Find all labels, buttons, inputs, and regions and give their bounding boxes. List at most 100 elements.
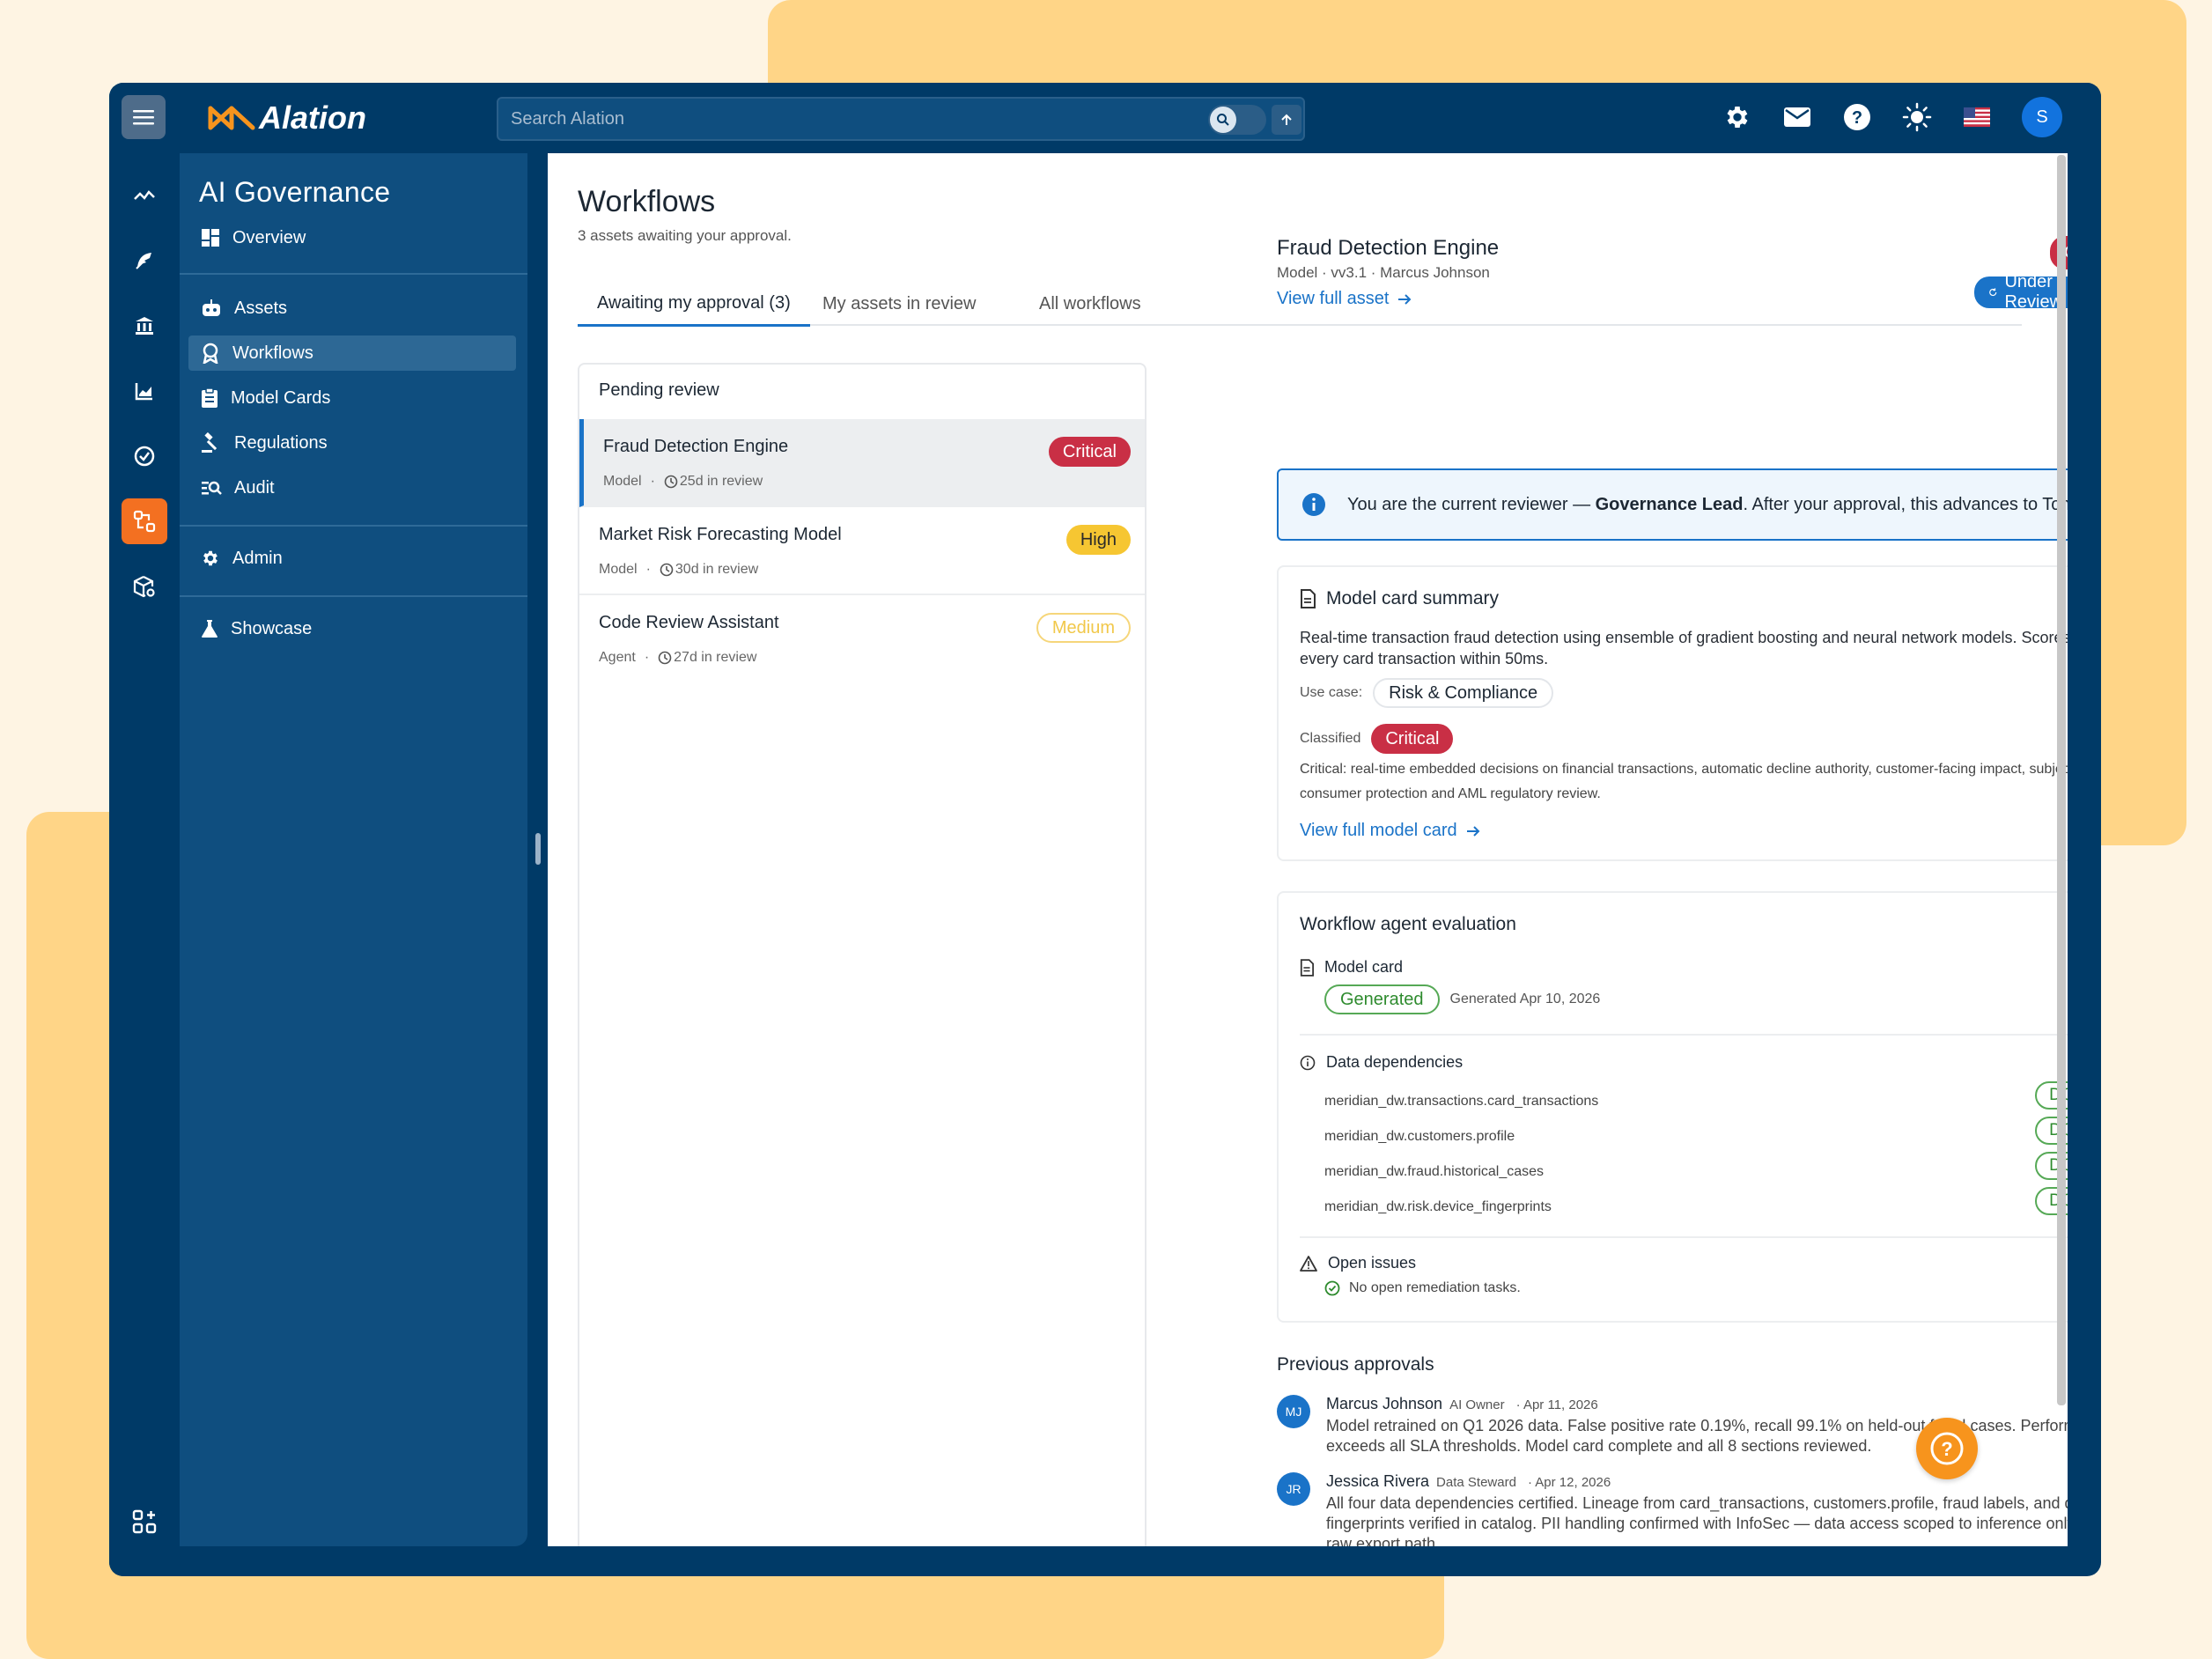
detail-title: Fraud Detection Engine bbox=[1277, 236, 1500, 260]
tab-all-workflows[interactable]: All workflows bbox=[1020, 282, 1161, 326]
nav-divider bbox=[180, 525, 527, 527]
rail-analytics[interactable] bbox=[122, 173, 167, 218]
nav-item-audit[interactable]: Audit bbox=[188, 470, 516, 505]
top-bar: Alation ? bbox=[109, 83, 2101, 153]
dependency-name[interactable]: meridian_dw.risk.device_fingerprints bbox=[1324, 1199, 1552, 1215]
dependencies-header: Data dependencies bbox=[1300, 1053, 1463, 1072]
alation-logo[interactable]: Alation bbox=[208, 99, 366, 137]
approver-avatar: MJ bbox=[1277, 1395, 1310, 1428]
item-meta: Model · 25d in review bbox=[603, 474, 763, 490]
rail-reports[interactable] bbox=[122, 368, 167, 414]
settings-button[interactable] bbox=[1722, 102, 1752, 132]
rail-packages[interactable] bbox=[122, 564, 167, 609]
previous-approvals-title: Previous approvals bbox=[1277, 1354, 1434, 1375]
reviewer-info-banner: You are the current reviewer — Governanc… bbox=[1277, 468, 2068, 541]
search-knob bbox=[1210, 107, 1236, 133]
nav-item-regulations[interactable]: Regulations bbox=[188, 425, 516, 461]
audit-icon bbox=[202, 481, 222, 495]
view-asset-label: View full asset bbox=[1277, 289, 1390, 308]
search-icon bbox=[1217, 114, 1229, 126]
summary-title-text: Model card summary bbox=[1326, 588, 1500, 608]
pending-review-panel: Pending review Fraud Detection Engine Mo… bbox=[578, 363, 1147, 1546]
us-flag-icon bbox=[1964, 107, 1990, 127]
nav-item-model-cards[interactable]: Model Cards bbox=[188, 380, 516, 416]
list-item[interactable]: Code Review Assistant Agent · 27d in rev… bbox=[579, 595, 1145, 683]
chart-icon bbox=[135, 383, 152, 401]
main-content: Workflows 3 assets awaiting your approva… bbox=[548, 153, 2068, 1546]
info-role: Governance Lead bbox=[1595, 494, 1744, 514]
main-scrollbar[interactable] bbox=[2057, 155, 2066, 1405]
rail-quality[interactable] bbox=[122, 433, 167, 479]
item-name: Market Risk Forecasting Model bbox=[599, 525, 842, 544]
classified-label: Classified bbox=[1300, 731, 1361, 746]
menu-button[interactable] bbox=[122, 95, 166, 139]
item-meta: Agent · 27d in review bbox=[599, 650, 756, 666]
help-fab-button[interactable]: ? bbox=[1916, 1418, 1978, 1479]
view-full-model-card-link[interactable]: View full model card bbox=[1300, 821, 1480, 841]
list-item[interactable]: Fraud Detection Engine Model · 25d in re… bbox=[579, 419, 1145, 507]
rail-apps[interactable] bbox=[122, 1499, 167, 1545]
approval-date: · Apr 12, 2026 bbox=[1527, 1475, 1611, 1490]
rail-ai-governance[interactable] bbox=[122, 498, 167, 544]
nav-title: AI Governance bbox=[199, 176, 391, 208]
search-submit-button[interactable] bbox=[1272, 105, 1301, 135]
rail-catalog[interactable] bbox=[122, 303, 167, 349]
view-full-asset-link[interactable]: View full asset bbox=[1277, 289, 1412, 309]
svg-text:?: ? bbox=[1941, 1438, 1952, 1460]
document-icon bbox=[1301, 589, 1316, 608]
help-icon: ? bbox=[1844, 104, 1870, 130]
divider bbox=[1300, 1236, 2068, 1238]
nav-divider bbox=[180, 273, 527, 275]
rail-compose[interactable] bbox=[122, 238, 167, 284]
language-selector[interactable] bbox=[1962, 102, 1992, 132]
nav-label-audit: Audit bbox=[234, 477, 275, 498]
help-button[interactable]: ? bbox=[1842, 102, 1872, 132]
logo-text: Alation bbox=[259, 100, 366, 136]
theme-toggle[interactable] bbox=[1902, 102, 1932, 132]
classified-badge: Critical bbox=[1371, 724, 1454, 754]
top-actions: ? S bbox=[1722, 97, 2062, 137]
info-icon bbox=[1302, 493, 1325, 516]
tab-awaiting-approval[interactable]: Awaiting my approval (3) bbox=[578, 282, 810, 327]
nav-label-overview: Overview bbox=[232, 227, 306, 247]
nav-item-assets[interactable]: Assets bbox=[188, 291, 516, 326]
refresh-icon bbox=[1989, 288, 1997, 297]
warning-icon bbox=[1300, 1255, 1317, 1272]
nav-item-admin[interactable]: Admin bbox=[188, 541, 516, 576]
box-gear-icon bbox=[133, 576, 155, 598]
open-issues-label: Open issues bbox=[1328, 1254, 1417, 1272]
workflow-icon bbox=[133, 510, 156, 533]
model-card-label: Model card bbox=[1324, 958, 1404, 976]
dependency-name[interactable]: meridian_dw.fraud.historical_cases bbox=[1324, 1164, 1544, 1180]
search-input[interactable] bbox=[511, 99, 1198, 139]
item-type: Agent bbox=[599, 650, 636, 665]
document-icon bbox=[1300, 958, 1314, 977]
dependency-name[interactable]: meridian_dw.transactions.card_transactio… bbox=[1324, 1094, 1598, 1110]
meta-separator: · bbox=[645, 562, 651, 577]
item-age: 25d in review bbox=[679, 474, 763, 489]
panel-resize-handle[interactable] bbox=[535, 833, 541, 865]
clipboard-icon bbox=[202, 387, 218, 408]
item-type: Model bbox=[599, 562, 638, 577]
side-nav: AI Governance Overview Assets Workflows … bbox=[180, 153, 527, 1546]
open-issues-text: No open remediation tasks. bbox=[1349, 1280, 1521, 1295]
model-card-row: Model card bbox=[1300, 958, 1403, 977]
use-case-chip: Risk & Compliance bbox=[1373, 678, 1554, 708]
messages-button[interactable] bbox=[1782, 102, 1812, 132]
badge-check-icon bbox=[134, 446, 155, 467]
award-icon bbox=[203, 343, 218, 364]
reviewer-info-text: You are the current reviewer — Governanc… bbox=[1347, 495, 2068, 515]
severity-badge: Critical bbox=[1048, 437, 1131, 467]
nav-item-overview[interactable]: Overview bbox=[188, 220, 516, 255]
nav-item-workflows[interactable]: Workflows bbox=[188, 335, 516, 371]
severity-badge: High bbox=[1065, 525, 1131, 555]
approval-header: Marcus Johnson AI Owner · Apr 11, 2026 bbox=[1326, 1395, 1598, 1413]
dependency-name[interactable]: meridian_dw.customers.profile bbox=[1324, 1129, 1515, 1145]
list-item[interactable]: Market Risk Forecasting Model Model · 30… bbox=[579, 507, 1145, 595]
search-mode-toggle[interactable] bbox=[1208, 105, 1266, 135]
tab-my-assets-in-review[interactable]: My assets in review bbox=[803, 282, 996, 326]
nav-item-showcase[interactable]: Showcase bbox=[188, 611, 516, 646]
clock-icon bbox=[660, 563, 674, 577]
user-avatar[interactable]: S bbox=[2022, 97, 2062, 137]
bank-icon bbox=[136, 317, 153, 335]
